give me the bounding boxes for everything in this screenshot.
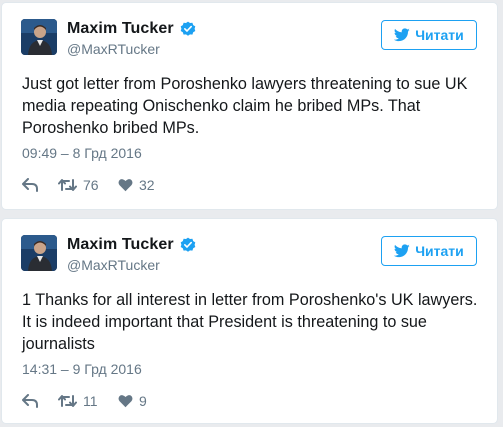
retweet-icon <box>58 394 77 408</box>
tweet-text: Just got letter from Poroshenko lawyers … <box>22 75 468 137</box>
tweet-actions: 76 32 <box>22 175 155 195</box>
like-count: 9 <box>139 393 147 409</box>
verified-badge-icon <box>180 21 196 37</box>
twitter-bird-icon <box>394 28 410 42</box>
embedded-tweet: Maxim Tucker @MaxRTucker Читати 1 Thanks… <box>1 218 498 424</box>
author-name[interactable]: Maxim Tucker <box>67 236 174 254</box>
tweet-feed: Maxim Tucker @MaxRTucker Читати Just got… <box>0 0 503 427</box>
follow-button[interactable]: Читати <box>381 20 477 50</box>
follow-button[interactable]: Читати <box>381 236 477 266</box>
author-handle[interactable]: @MaxRTucker <box>67 257 160 273</box>
reply-button[interactable] <box>22 178 58 192</box>
author-name[interactable]: Maxim Tucker <box>67 20 174 38</box>
tweet-actions: 11 9 <box>22 391 147 411</box>
retweet-button[interactable]: 76 <box>58 177 118 193</box>
retweet-button[interactable]: 11 <box>58 393 118 409</box>
tweet-timestamp[interactable]: 14:31 – 9 Грд 2016 <box>22 361 142 377</box>
like-button[interactable]: 32 <box>118 177 155 193</box>
heart-icon <box>118 178 133 192</box>
tweet-timestamp[interactable]: 09:49 – 8 Грд 2016 <box>22 145 142 161</box>
avatar[interactable] <box>21 19 57 55</box>
reply-icon <box>22 394 38 408</box>
embedded-tweet: Maxim Tucker @MaxRTucker Читати Just got… <box>1 2 498 210</box>
heart-icon <box>118 394 133 408</box>
twitter-bird-icon <box>394 244 410 258</box>
follow-button-label: Читати <box>415 27 464 43</box>
like-count: 32 <box>139 177 155 193</box>
reply-icon <box>22 178 38 192</box>
retweet-icon <box>58 178 77 192</box>
author-name-row: Maxim Tucker <box>67 235 196 255</box>
author-handle[interactable]: @MaxRTucker <box>67 41 160 57</box>
avatar[interactable] <box>21 235 57 271</box>
tweet-text: 1 Thanks for all interest in letter from… <box>22 291 478 353</box>
retweet-count: 76 <box>83 177 99 193</box>
verified-badge-icon <box>180 237 196 253</box>
reply-button[interactable] <box>22 394 58 408</box>
like-button[interactable]: 9 <box>118 393 147 409</box>
retweet-count: 11 <box>83 393 98 409</box>
follow-button-label: Читати <box>415 243 464 259</box>
author-name-row: Maxim Tucker <box>67 19 196 39</box>
